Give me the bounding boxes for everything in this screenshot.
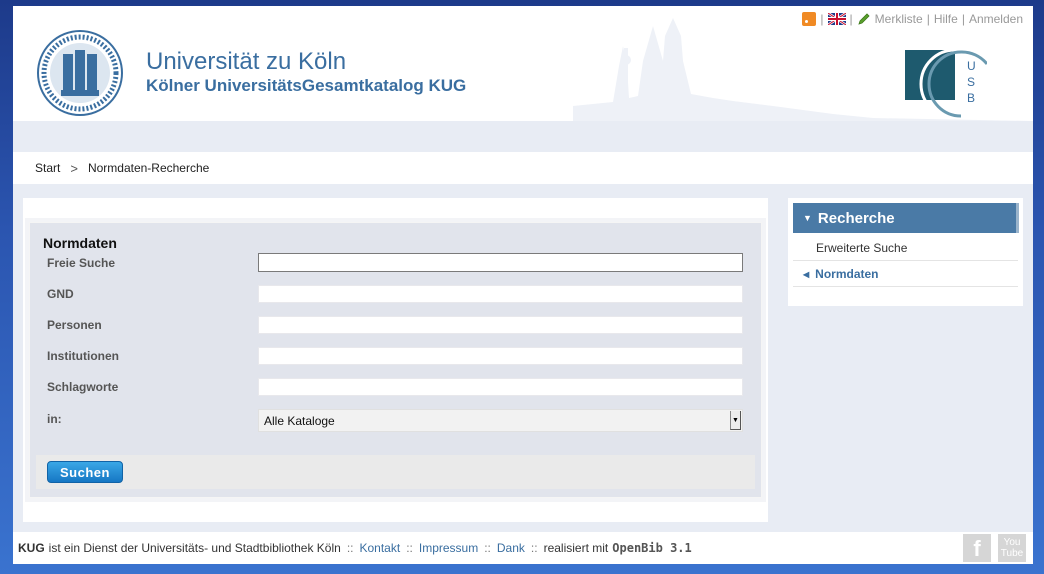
sidebar-heading[interactable]: ▼ Recherche (793, 203, 1019, 233)
footer: KUG ist ein Dienst der Universitäts- und… (13, 532, 1033, 564)
schlagworte-label: Schlagworte (47, 380, 119, 394)
header-band (13, 121, 1033, 152)
catalog-select-value: Alle Kataloge (264, 413, 335, 428)
breadcrumb-start[interactable]: Start (35, 161, 60, 175)
freie-suche-label: Freie Suche (47, 256, 116, 270)
facebook-icon[interactable]: f (963, 534, 991, 562)
catalog-label: in: (47, 412, 62, 426)
personen-label: Personen (47, 318, 102, 332)
footer-brand: KUG (18, 541, 45, 555)
sidebar-item-label: Normdaten (815, 267, 879, 281)
usb-logo[interactable]: U S B (903, 48, 987, 118)
sidebar-item-label: Erweiterte Suche (816, 241, 908, 255)
footer-text: ist ein Dienst der Universitäts- und Sta… (48, 541, 341, 555)
sidebar-heading-label: Recherche (817, 209, 895, 227)
normdaten-form: Normdaten Freie Suche GND Personen Insti… (25, 218, 766, 502)
personen-input[interactable] (258, 316, 743, 334)
openbib-link[interactable]: OpenBib 3.1 (612, 541, 691, 555)
button-bar: Suchen (36, 455, 755, 489)
anmelden-link[interactable]: Anmelden (969, 12, 1023, 26)
institutionen-input[interactable] (258, 347, 743, 365)
schlagworte-input[interactable] (258, 378, 743, 396)
header: Universität zu Köln Kölner UniversitätsG… (13, 6, 1033, 152)
sidebar-item-normdaten[interactable]: ◀ Normdaten (793, 262, 1018, 287)
kontakt-link[interactable]: Kontakt (360, 541, 401, 555)
dropdown-arrow-icon[interactable]: ▼ (730, 411, 741, 430)
impressum-link[interactable]: Impressum (419, 541, 478, 555)
sidebar: ▼ Recherche Erweiterte Suche ◀ Normdaten (788, 198, 1023, 306)
site-subtitle[interactable]: Kölner UniversitätsGesamtkatalog KUG (146, 76, 466, 96)
breadcrumb: Start > Normdaten-Recherche (13, 152, 1033, 184)
uk-flag-icon[interactable] (827, 13, 846, 25)
form-title: Normdaten (43, 235, 117, 251)
dank-link[interactable]: Dank (497, 541, 525, 555)
chevron-right-icon: > (70, 160, 78, 176)
site-title[interactable]: Universität zu Köln (146, 48, 346, 76)
breadcrumb-current: Normdaten-Recherche (87, 161, 210, 175)
usb-letter-u: U (967, 59, 976, 73)
university-seal-logo (37, 30, 123, 116)
rss-icon[interactable] (802, 12, 817, 26)
freie-suche-input[interactable] (258, 253, 743, 272)
pencil-icon[interactable] (857, 12, 871, 26)
hilfe-link[interactable]: Hilfe (934, 12, 958, 26)
usb-letter-b: B (967, 91, 975, 105)
sidebar-item-erweiterte-suche[interactable]: Erweiterte Suche (793, 236, 1018, 261)
institutionen-label: Institutionen (47, 349, 119, 363)
catalog-select[interactable]: Alle Kataloge ▼ (258, 409, 743, 432)
powered-by-text: realisiert mit (543, 541, 609, 555)
merkliste-link[interactable]: Merkliste (875, 12, 923, 26)
usb-letter-s: S (967, 75, 975, 89)
gnd-input[interactable] (258, 285, 743, 303)
gnd-label: GND (47, 287, 74, 301)
search-button[interactable]: Suchen (47, 461, 123, 483)
triangle-down-icon: ▼ (803, 213, 812, 223)
main-panel: Normdaten Freie Suche GND Personen Insti… (23, 198, 768, 522)
page: Universität zu Köln Kölner UniversitätsG… (13, 6, 1033, 564)
triangle-left-icon: ◀ (803, 269, 810, 279)
youtube-icon[interactable]: You Tube (998, 534, 1026, 562)
top-links: | | Merkliste | Hilfe | Anmelden (802, 12, 1023, 26)
